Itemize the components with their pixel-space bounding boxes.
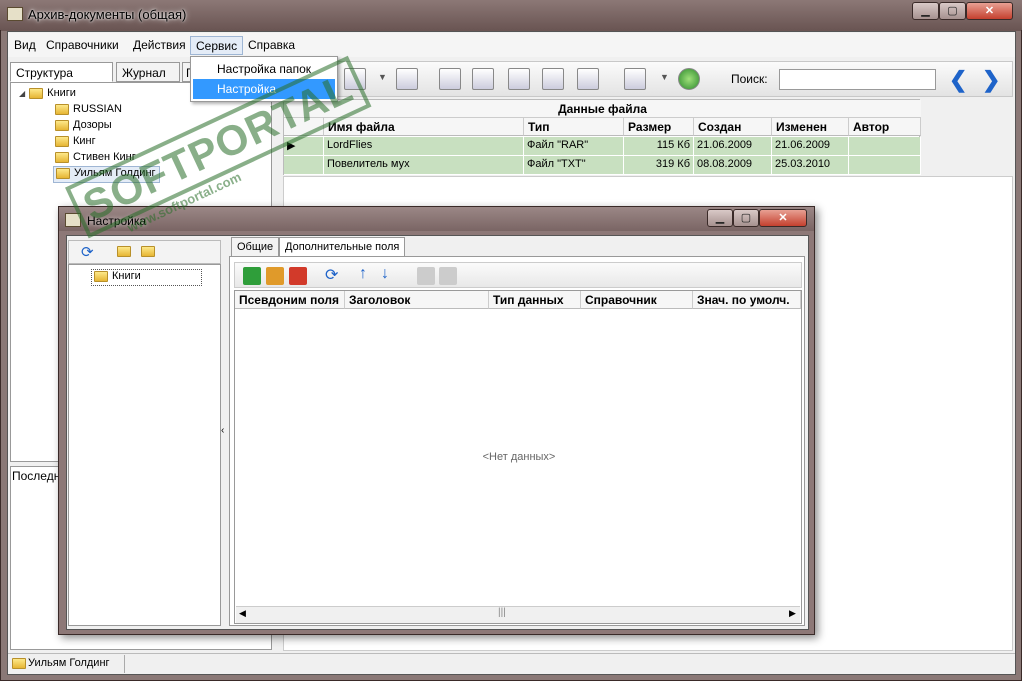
menu-actions[interactable]: Действия [128, 36, 191, 55]
favorites-icon[interactable] [624, 68, 646, 90]
minimize-button[interactable]: ▁ [912, 2, 939, 20]
tab-additional-fields[interactable]: Дополнительные поля [279, 237, 406, 257]
column-header[interactable]: Тип данных [489, 291, 581, 309]
search-input[interactable] [779, 69, 936, 90]
paste-icon[interactable] [439, 267, 457, 285]
folder-icon [55, 103, 69, 115]
folder-icon [94, 270, 108, 282]
menu-view[interactable]: Вид [9, 36, 41, 55]
add-field-icon[interactable] [243, 267, 261, 285]
status-text: Уильям Голдинг [28, 657, 110, 669]
dialog-folder-tree: Книги [68, 264, 221, 626]
folder-icon [55, 119, 69, 131]
tab-folder-structure[interactable]: Структура папок [10, 62, 113, 94]
dropdown-arrow-icon[interactable]: ▼ [660, 72, 669, 82]
column-header[interactable]: Тип [524, 118, 624, 136]
move-down-icon[interactable]: ↓ [381, 265, 389, 283]
tree-item-root[interactable]: Книги [91, 269, 202, 286]
move-up-icon[interactable]: ↑ [359, 265, 367, 283]
search-label: Поиск: [731, 72, 768, 86]
table-cell[interactable]: 21.06.2009 [694, 137, 772, 156]
settings-dialog: Настройка ▁ ▢ ✕ ⟳ Книги ‹ Общие Дополнит… [58, 206, 815, 635]
collapse-panel-icon[interactable]: ‹ [221, 425, 224, 436]
edit-field-icon[interactable] [266, 267, 284, 285]
table-cell[interactable]: Файл "RAR" [524, 137, 624, 156]
grid-title: Данные файла [284, 100, 921, 118]
scroll-left-icon[interactable]: ◀ [239, 608, 246, 619]
tree-item[interactable]: Дозоры [55, 119, 112, 135]
table-cell[interactable]: 319 Кб [624, 156, 694, 175]
folder-icon [55, 135, 69, 147]
app-icon [7, 7, 23, 21]
main-toolbar: ▼ ▼ Поиск: ❮ ❯ [283, 61, 1013, 97]
table-cell[interactable]: 08.08.2009 [694, 156, 772, 175]
table-cell[interactable] [849, 156, 921, 175]
column-header[interactable]: Изменен [772, 118, 849, 136]
table-cell[interactable]: 21.06.2009 [772, 137, 849, 156]
fields-grid: Псевдоним поля Заголовок Тип данных Спра… [234, 290, 802, 624]
print-icon[interactable] [577, 68, 599, 90]
folder-icon [55, 151, 69, 163]
table-cell[interactable]: Файл "TXT" [524, 156, 624, 175]
scroll-thumb[interactable]: ||| [498, 607, 506, 618]
delete-document-icon[interactable] [472, 68, 494, 90]
menu-help[interactable]: Справка [243, 36, 300, 55]
close-button[interactable]: ✕ [966, 2, 1013, 20]
scroll-right-icon[interactable]: ▶ [789, 608, 796, 619]
maximize-button[interactable]: ▢ [939, 2, 966, 20]
refresh-icon[interactable]: ⟳ [325, 265, 338, 285]
empty-state-text: <Нет данных> [482, 451, 556, 463]
dialog-close-button[interactable]: ✕ [759, 209, 807, 227]
file-data-grid: Данные файла Имя файла Тип Размер Создан… [283, 99, 921, 175]
column-header[interactable]: Заголовок [345, 291, 489, 309]
column-header[interactable]: Справочник [581, 291, 693, 309]
forward-arrow-icon[interactable]: ❯ [982, 67, 1000, 93]
status-divider [124, 655, 125, 673]
menu-bar: Вид Справочники Действия Сервис Справка [8, 33, 1015, 57]
table-cell[interactable] [849, 137, 921, 156]
menu-service[interactable]: Сервис [190, 36, 244, 55]
folder-icon [56, 167, 70, 179]
delete-field-icon[interactable] [289, 267, 307, 285]
column-header[interactable]: Автор [849, 118, 921, 136]
tree-item[interactable]: RUSSIAN [55, 103, 122, 119]
window-title: Архив-документы (общая) [28, 7, 187, 22]
column-header[interactable]: Знач. по умолч. [693, 291, 801, 309]
folder-icon [29, 87, 44, 99]
horizontal-scrollbar[interactable]: ◀ ||| ▶ [236, 606, 800, 623]
tab-journal[interactable]: Журнал [116, 62, 180, 82]
copy-icon[interactable] [417, 267, 435, 285]
fields-toolbar: ⟳ ↑ ↓ [234, 262, 802, 288]
table-cell[interactable]: Повелитель мух [324, 156, 524, 175]
dialog-minimize-button[interactable]: ▁ [707, 209, 733, 227]
table-cell[interactable]: 115 Кб [624, 137, 694, 156]
edit-document-icon[interactable] [439, 68, 461, 90]
copy-document-icon[interactable] [508, 68, 530, 90]
dropdown-arrow-icon[interactable]: ▼ [378, 72, 387, 82]
dialog-maximize-button[interactable]: ▢ [733, 209, 759, 227]
check-document-icon[interactable] [396, 68, 418, 90]
refresh-icon[interactable] [542, 68, 564, 90]
menu-references[interactable]: Справочники [41, 36, 124, 55]
back-arrow-icon[interactable]: ❮ [949, 67, 967, 93]
folder-icon [12, 658, 26, 669]
table-cell[interactable]: 25.03.2010 [772, 156, 849, 175]
column-header[interactable]: Псевдоним поля [235, 291, 345, 309]
tree-item[interactable]: Кинг [55, 135, 96, 151]
tree-item-root[interactable]: ◢ Книги [19, 87, 76, 103]
column-header[interactable]: Размер [624, 118, 694, 136]
tab-general[interactable]: Общие [231, 237, 280, 257]
column-header[interactable]: Создан [694, 118, 772, 136]
help-icon[interactable] [678, 68, 700, 90]
status-bar: Уильям Голдинг [8, 653, 1015, 674]
